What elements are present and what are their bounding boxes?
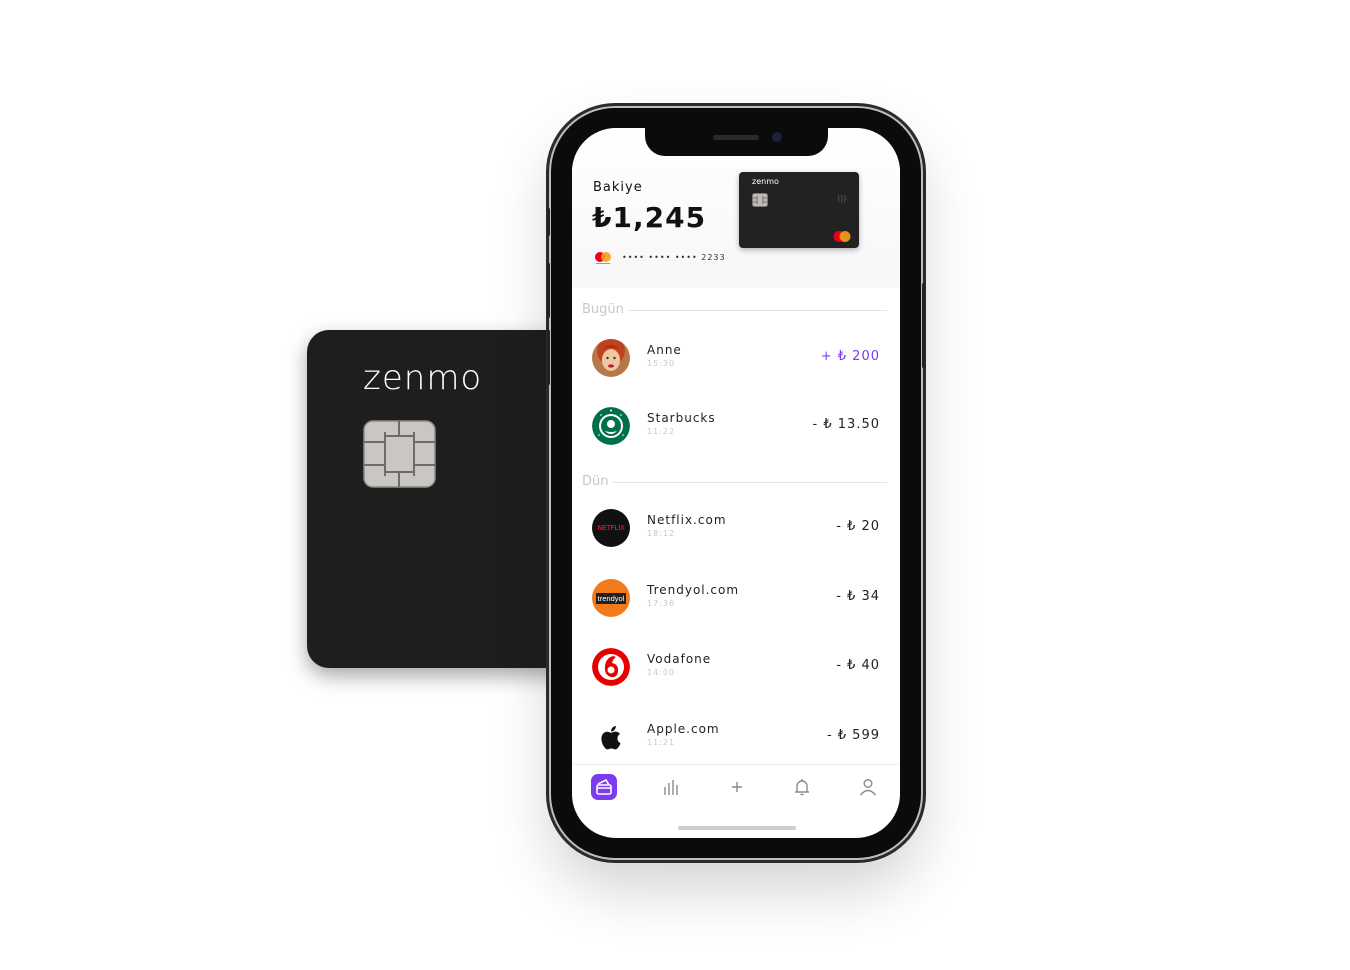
- transaction-time: 15:30: [647, 359, 676, 368]
- starbucks-logo: [592, 407, 630, 445]
- tab-notifications[interactable]: [788, 773, 816, 801]
- section-label: Dün: [582, 474, 613, 489]
- transaction-row[interactable]: NETFLIX Netflix.com 18:12 - ₺ 20: [592, 509, 882, 549]
- phone-frame: Bakiye ₺1,245 •••• •••• •••• 2233 zenmo …: [547, 108, 925, 858]
- divider: [582, 482, 887, 483]
- section-yesterday: Dün: [582, 474, 887, 489]
- wallet-icon: [591, 774, 617, 800]
- trendyol-logo: trendyol: [592, 579, 630, 617]
- section-label: Bugün: [582, 302, 628, 317]
- vodafone-logo: [592, 648, 630, 686]
- profile-icon: [859, 779, 877, 796]
- transaction-row[interactable]: Apple.com 11:21 - ₺ 599: [592, 718, 882, 758]
- transaction-time: 11:21: [647, 738, 676, 747]
- mini-card[interactable]: zenmo ))): [739, 172, 859, 248]
- notch: [645, 128, 828, 156]
- transaction-name: Trendyol.com: [647, 583, 740, 597]
- contactless-icon: ))): [837, 194, 847, 203]
- transaction-time: 17:36: [647, 599, 676, 608]
- power-button: [922, 283, 925, 368]
- transaction-amount: - ₺ 40: [836, 658, 880, 673]
- transaction-name: Anne: [647, 343, 682, 357]
- bell-icon: [795, 779, 809, 796]
- transaction-time: 18:12: [647, 529, 676, 538]
- transaction-name: Starbucks: [647, 411, 716, 425]
- transaction-amount: - ₺ 13.50: [812, 417, 880, 432]
- chip-icon: [363, 420, 436, 488]
- camera: [772, 132, 782, 142]
- transaction-row[interactable]: Anne 15:30 + ₺ 200: [592, 339, 882, 379]
- tab-bar: [572, 764, 900, 805]
- tab-wallet[interactable]: [590, 773, 618, 801]
- mini-card-brand: zenmo: [752, 177, 779, 186]
- chip-icon: [752, 193, 768, 207]
- transaction-amount: - ₺ 599: [826, 728, 880, 743]
- transaction-amount: - ₺ 20: [836, 519, 880, 534]
- mastercard-icon: [595, 252, 611, 264]
- transaction-name: Netflix.com: [647, 513, 727, 527]
- transaction-row[interactable]: Starbucks 11:22 - ₺ 13.50: [592, 407, 882, 447]
- tab-profile[interactable]: [854, 773, 882, 801]
- transaction-amount: + ₺ 200: [820, 349, 880, 364]
- stats-icon: [664, 780, 678, 795]
- tab-stats[interactable]: [657, 773, 685, 801]
- mute-switch: [547, 208, 550, 236]
- transaction-amount: - ₺ 34: [836, 589, 880, 604]
- netflix-logo-text: NETFLIX: [597, 524, 625, 532]
- balance-label: Bakiye: [593, 180, 643, 195]
- transaction-row[interactable]: Vodafone 14:00 - ₺ 40: [592, 648, 882, 688]
- transaction-time: 14:00: [647, 668, 676, 677]
- transaction-row[interactable]: trendyol Trendyol.com 17:36 - ₺ 34: [592, 579, 882, 619]
- phone-screen: Bakiye ₺1,245 •••• •••• •••• 2233 zenmo …: [572, 128, 900, 838]
- speaker: [713, 135, 759, 140]
- transaction-name: Apple.com: [647, 722, 720, 736]
- transaction-time: 11:22: [647, 427, 676, 436]
- mastercard-icon: [833, 231, 851, 242]
- avatar: [592, 339, 630, 377]
- card-number: •••• •••• •••• 2233: [622, 253, 726, 262]
- card-brand: zenmo: [363, 358, 483, 398]
- transaction-name: Vodafone: [647, 652, 712, 666]
- volume-up-button: [547, 263, 550, 318]
- tab-add[interactable]: [723, 773, 751, 801]
- balance-amount: ₺1,245: [592, 201, 707, 234]
- netflix-logo: NETFLIX: [592, 509, 630, 547]
- trendyol-logo-text: trendyol: [595, 592, 627, 604]
- volume-down-button: [547, 330, 550, 385]
- section-today: Bugün: [582, 302, 887, 317]
- apple-logo: [592, 718, 630, 756]
- home-indicator[interactable]: [678, 826, 796, 830]
- plus-icon: [732, 782, 742, 792]
